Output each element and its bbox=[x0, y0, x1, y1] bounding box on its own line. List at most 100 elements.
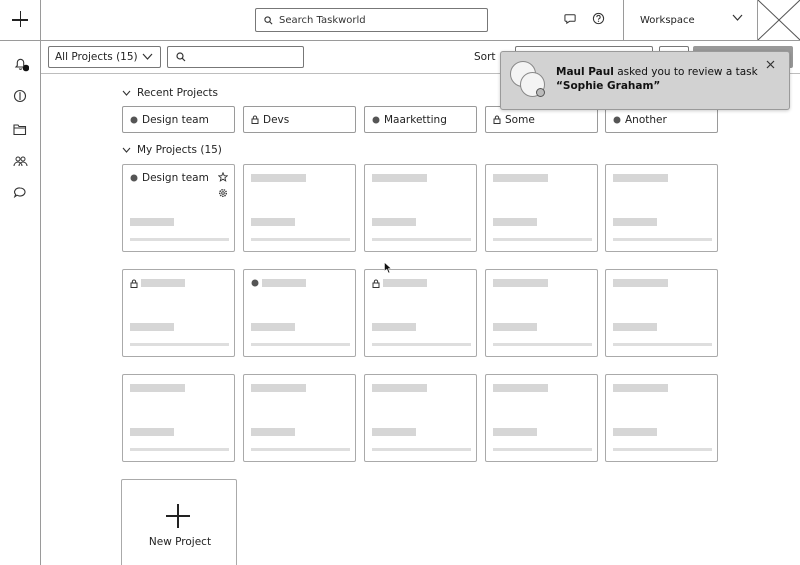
placeholder-subtitle bbox=[372, 323, 416, 331]
project-card[interactable] bbox=[243, 374, 356, 462]
sidebar-item-projects[interactable] bbox=[13, 121, 29, 137]
placeholder-title bbox=[251, 174, 306, 182]
project-search-input[interactable] bbox=[167, 46, 304, 68]
project-card[interactable] bbox=[364, 269, 477, 357]
user-avatar[interactable] bbox=[757, 0, 800, 41]
close-icon[interactable] bbox=[766, 60, 775, 69]
placeholder-title bbox=[372, 174, 427, 182]
placeholder-subtitle bbox=[251, 323, 295, 331]
my-projects-title: My Projects (15) bbox=[137, 144, 222, 156]
globe-icon bbox=[130, 116, 138, 123]
new-project-label: New Project bbox=[148, 536, 212, 548]
workspace-dropdown[interactable]: Workspace bbox=[623, 0, 758, 40]
recent-project-chip[interactable]: Devs bbox=[243, 106, 356, 133]
gear-icon[interactable] bbox=[218, 188, 228, 198]
placeholder-subtitle bbox=[493, 218, 537, 226]
placeholder-subtitle bbox=[613, 218, 657, 226]
recent-project-label: Devs bbox=[263, 113, 290, 126]
recent-projects-header[interactable]: Recent Projects bbox=[122, 87, 218, 99]
bell-icon bbox=[14, 58, 30, 72]
sidebar-item-dashboard[interactable] bbox=[13, 88, 29, 104]
project-card[interactable] bbox=[485, 269, 598, 357]
plus-icon bbox=[177, 504, 179, 528]
notification-toast[interactable]: Maul Paul asked you to review a task “So… bbox=[500, 51, 790, 110]
help-icon[interactable] bbox=[592, 12, 605, 25]
people-icon bbox=[13, 156, 28, 167]
sidebar bbox=[0, 41, 41, 565]
project-card[interactable] bbox=[122, 269, 235, 357]
search-icon bbox=[176, 52, 186, 62]
project-card[interactable] bbox=[485, 374, 598, 462]
project-card[interactable] bbox=[605, 269, 718, 357]
global-search-input[interactable]: Search Taskworld bbox=[255, 8, 488, 32]
chat-icon[interactable] bbox=[564, 12, 577, 25]
sidebar-item-notifications[interactable] bbox=[13, 56, 30, 72]
placeholder-subtitle bbox=[613, 323, 657, 331]
sort-label: Sort bbox=[474, 51, 496, 63]
chevron-down-icon bbox=[122, 147, 131, 153]
status-badge bbox=[536, 88, 545, 97]
progress-bar bbox=[493, 238, 592, 241]
progress-bar bbox=[613, 238, 712, 241]
globe-icon bbox=[130, 174, 138, 182]
project-card[interactable] bbox=[243, 269, 356, 357]
project-card[interactable] bbox=[364, 164, 477, 252]
sidebar-item-messages[interactable] bbox=[13, 185, 29, 201]
project-card[interactable] bbox=[605, 164, 718, 252]
recent-project-chip[interactable]: Maarketting bbox=[364, 106, 477, 133]
progress-bar bbox=[130, 343, 229, 346]
progress-bar bbox=[372, 448, 471, 451]
placeholder-subtitle bbox=[130, 428, 174, 436]
project-card[interactable]: Design team bbox=[122, 164, 235, 252]
lock-icon bbox=[372, 279, 380, 288]
placeholder-subtitle bbox=[493, 323, 537, 331]
recent-projects-title: Recent Projects bbox=[137, 87, 219, 99]
project-filter-select[interactable]: All Projects (15) bbox=[48, 46, 161, 68]
my-projects-header[interactable]: My Projects (15) bbox=[122, 144, 222, 156]
placeholder-title bbox=[493, 384, 548, 392]
project-card[interactable] bbox=[485, 164, 598, 252]
project-card-title: Design team bbox=[142, 172, 209, 184]
placeholder-title bbox=[141, 279, 185, 287]
placeholder-title bbox=[262, 279, 306, 287]
placeholder-subtitle bbox=[251, 218, 295, 226]
gauge-icon bbox=[13, 89, 27, 103]
speech-bubble-icon bbox=[13, 187, 26, 199]
recent-project-chip[interactable]: Design team bbox=[122, 106, 235, 133]
new-project-button[interactable]: New Project bbox=[121, 479, 237, 565]
project-card[interactable] bbox=[605, 374, 718, 462]
add-icon[interactable] bbox=[0, 0, 41, 40]
placeholder-title bbox=[130, 384, 185, 392]
recent-project-chip[interactable]: Some bbox=[485, 106, 598, 133]
folder-icon bbox=[13, 124, 27, 136]
placeholder-subtitle bbox=[493, 428, 537, 436]
progress-bar bbox=[493, 343, 592, 346]
recent-project-label: Another bbox=[625, 113, 667, 126]
progress-bar bbox=[613, 343, 712, 346]
chevron-down-icon bbox=[732, 14, 743, 21]
workspace-label: Workspace bbox=[640, 14, 695, 26]
project-card[interactable] bbox=[122, 374, 235, 462]
placeholder-title bbox=[493, 279, 548, 287]
placeholder-title bbox=[613, 384, 668, 392]
placeholder-subtitle bbox=[372, 428, 416, 436]
placeholder-subtitle bbox=[130, 323, 174, 331]
placeholder-title bbox=[251, 384, 306, 392]
project-filter-value: All Projects (15) bbox=[55, 51, 138, 63]
project-card[interactable] bbox=[364, 374, 477, 462]
star-icon[interactable] bbox=[218, 172, 228, 182]
lock-icon bbox=[251, 115, 259, 124]
search-icon bbox=[264, 15, 273, 24]
lock-icon bbox=[493, 115, 501, 124]
global-search-placeholder: Search Taskworld bbox=[279, 14, 366, 26]
project-card[interactable] bbox=[243, 164, 356, 252]
sidebar-item-people[interactable] bbox=[13, 153, 29, 169]
progress-bar bbox=[493, 448, 592, 451]
notification-actor: Maul Paul bbox=[556, 66, 614, 78]
placeholder-subtitle bbox=[130, 218, 174, 226]
progress-bar bbox=[372, 343, 471, 346]
notification-message: Maul Paul asked you to review a task “So… bbox=[556, 65, 758, 93]
placeholder-subtitle bbox=[613, 428, 657, 436]
recent-project-chip[interactable]: Another bbox=[605, 106, 718, 133]
progress-bar bbox=[130, 238, 229, 241]
